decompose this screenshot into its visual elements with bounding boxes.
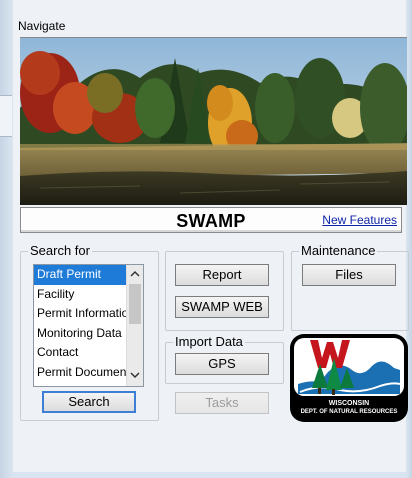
new-features-link[interactable]: New Features [322, 213, 397, 227]
maintenance-group [291, 251, 409, 331]
search-category-list[interactable]: Draft Permit Facility Permit Information… [33, 264, 144, 387]
tasks-button[interactable]: Tasks [175, 392, 269, 414]
window-title: Navigate [18, 19, 66, 33]
list-item[interactable]: Facility [34, 285, 127, 305]
list-item[interactable]: Contact [34, 343, 127, 363]
list-scrollbar[interactable] [126, 265, 143, 386]
search-button[interactable]: Search [42, 391, 136, 413]
maintenance-label: Maintenance [299, 243, 378, 258]
logo-text-line1: WISCONSIN [328, 400, 370, 407]
chevron-down-icon[interactable] [130, 371, 140, 379]
import-data-label: Import Data [173, 334, 245, 349]
list-item[interactable]: Monitoring Data [34, 324, 127, 344]
report-button[interactable]: Report [175, 264, 269, 286]
scroll-thumb[interactable] [129, 284, 141, 324]
swamp-web-button[interactable]: SWAMP WEB [175, 296, 269, 318]
swamp-landscape-photo [20, 37, 407, 205]
actions-group [165, 251, 284, 331]
gps-button[interactable]: GPS [175, 353, 269, 375]
files-button[interactable]: Files [302, 264, 396, 286]
app-banner: SWAMP New Features [20, 207, 402, 233]
frame-notch [0, 95, 12, 137]
navigate-window: Navigate SWAMP New Features Search for D… [0, 0, 412, 478]
logo-text-line2: DEPT. OF NATURAL RESOURCES [300, 409, 398, 415]
list-item[interactable]: Draft Permit [34, 265, 127, 285]
window-frame-left [0, 0, 13, 478]
status-bar [13, 472, 406, 478]
list-item[interactable]: Permit Documents [34, 363, 136, 383]
list-item[interactable]: Permit Information [34, 304, 135, 324]
wisconsin-dnr-logo: WISCONSIN DEPT. OF NATURAL RESOURCES [290, 334, 408, 422]
search-for-label: Search for [28, 243, 92, 258]
chevron-up-icon[interactable] [130, 270, 140, 278]
